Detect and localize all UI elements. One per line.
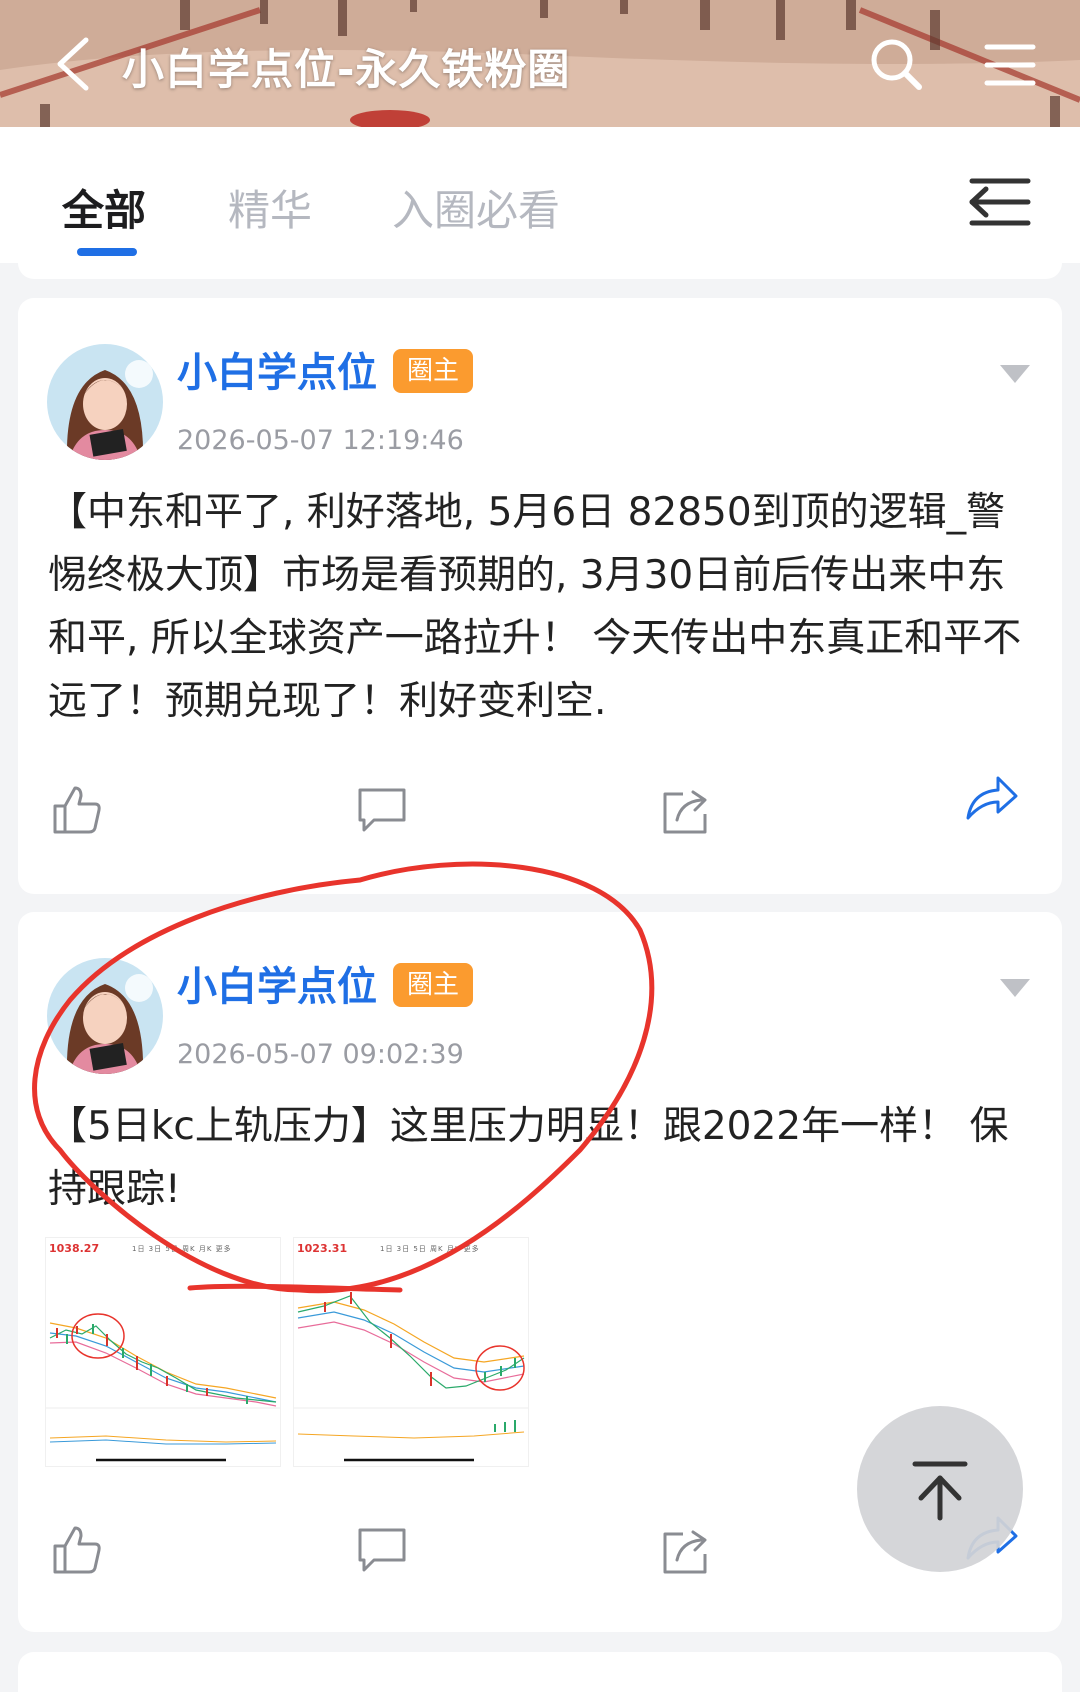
search-icon[interactable] [868,36,924,92]
caret-down-icon[interactable] [998,362,1032,386]
forward-arrow-icon[interactable] [964,772,1020,824]
tab-featured[interactable]: 精华 [228,177,312,238]
page-title: 小白学点位-永久铁粉圈 [122,45,571,94]
hamburger-menu-icon[interactable] [984,42,1036,88]
repost-share-icon[interactable] [661,1524,713,1576]
owner-badge: 圈主 [393,349,474,393]
like-thumbs-up-icon[interactable] [51,1524,103,1576]
post-image-grid: 1038.27 1日 3日 5日 周K 月K 更多 1023.31 1日 3日 … [45,1237,545,1467]
post-content[interactable]: 【中东和平了, 利好落地, 5月6日 82850到顶的逻辑_警惕终极大顶】市场是… [48,481,1038,733]
back-to-top-button[interactable] [857,1406,1023,1572]
previous-card-edge [18,263,1062,279]
author-name[interactable]: 小白学点位 [177,340,377,398]
comment-icon[interactable] [356,1524,408,1576]
stock-chart-image [294,1292,528,1462]
repost-share-icon[interactable] [661,784,713,836]
avatar[interactable] [47,344,163,460]
post-actions [18,776,1062,844]
comment-icon[interactable] [356,784,408,836]
sort-list-icon[interactable] [968,175,1032,229]
avatar[interactable] [47,958,163,1074]
back-chevron-icon[interactable] [52,34,96,94]
post-image-thumbnail[interactable]: 1023.31 1日 3日 5日 周K 月K 更多 [293,1237,529,1467]
like-thumbs-up-icon[interactable] [51,784,103,836]
active-tab-indicator [77,248,137,256]
post-timestamp: 2026-05-07 09:02:39 [177,1039,464,1070]
post-image-thumbnail[interactable]: 1038.27 1日 3日 5日 周K 月K 更多 [45,1237,281,1467]
owner-badge: 圈主 [393,963,474,1007]
arrow-up-to-top-icon [912,1461,968,1521]
tab-bar: 全部 精华 入圈必看 [0,127,1080,263]
author-name[interactable]: 小白学点位 [177,954,377,1012]
post-content[interactable]: 【5日kc上轨压力】这里压力明显！跟2022年一样！ 保持跟踪! [48,1095,1038,1221]
header-bar: 小白学点位-永久铁粉圈 [0,0,1080,127]
post-timestamp: 2026-05-07 12:19:46 [177,425,464,456]
stock-chart-image [46,1313,280,1462]
tab-all[interactable]: 全部 [62,177,146,238]
caret-down-icon[interactable] [998,976,1032,1000]
tab-must-read[interactable]: 入圈必看 [392,177,560,238]
post-card[interactable]: 小白学点位 圈主 2026-05-07 12:19:46 【中东和平了, 利好落… [18,298,1062,894]
next-card-edge [18,1652,1062,1692]
